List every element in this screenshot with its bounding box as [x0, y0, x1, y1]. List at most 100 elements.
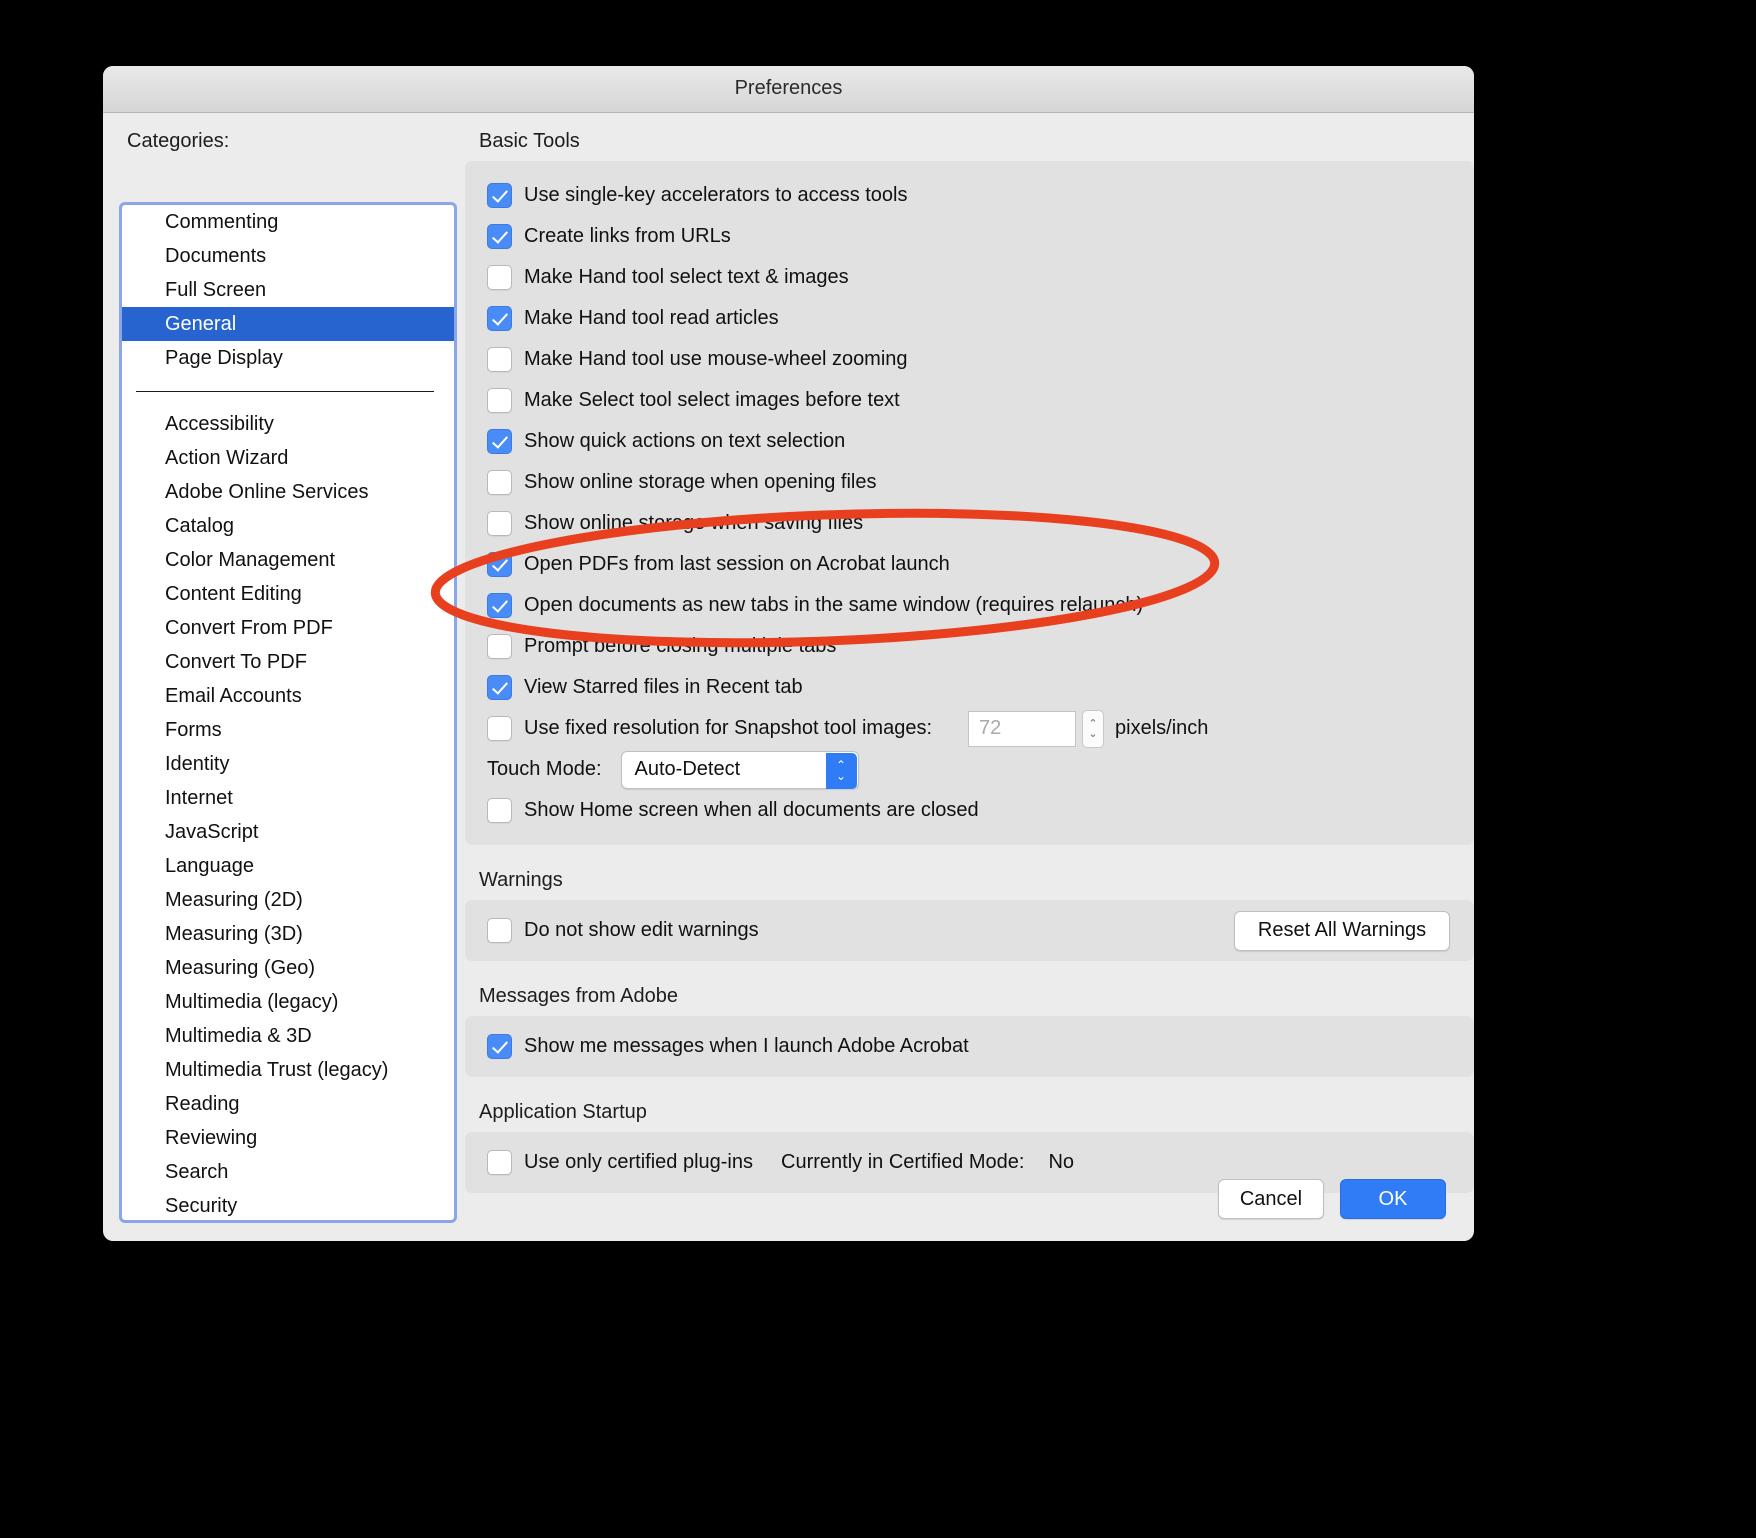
category-item-label: Measuring (3D) [165, 923, 303, 945]
category-item-content-editing[interactable]: Content Editing [122, 577, 454, 611]
category-item-multimedia-trust-legacy[interactable]: Multimedia Trust (legacy) [122, 1053, 454, 1087]
category-item-email-accounts[interactable]: Email Accounts [122, 679, 454, 713]
category-item-page-display[interactable]: Page Display [122, 341, 454, 375]
checkbox-label: Show online storage when saving files [524, 512, 864, 534]
reset-all-warnings-button[interactable]: Reset All Warnings [1234, 910, 1450, 951]
category-item-javascript[interactable]: JavaScript [122, 815, 454, 849]
category-item-color-management[interactable]: Color Management [122, 543, 454, 577]
checkbox-label: Use single-key accelerators to access to… [524, 184, 908, 206]
checkbox-show-online-storage-when-saving-files[interactable] [487, 511, 512, 536]
category-item-label: Color Management [165, 549, 336, 571]
category-item-label: Internet [165, 787, 233, 809]
checkbox-show-quick-actions-on-text-selection[interactable] [487, 429, 512, 454]
category-item-label: Page Display [165, 347, 283, 369]
adobe-messages-label: Show me messages when I launch Adobe Acr… [524, 1035, 969, 1057]
checkbox-label: Show online storage when opening files [524, 471, 877, 493]
checkbox-open-pdfs-from-last-session-on-acrobat-launch[interactable] [487, 552, 512, 577]
edit-warnings-label: Do not show edit warnings [524, 919, 759, 941]
categories-label: Categories: [127, 130, 230, 152]
category-item-label: Email Accounts [165, 685, 302, 707]
category-item-forms[interactable]: Forms [122, 713, 454, 747]
dialog-titlebar: Preferences [103, 66, 1474, 113]
category-item-label: Measuring (Geo) [165, 957, 316, 979]
category-item-documents[interactable]: Documents [122, 239, 454, 273]
checkbox-label: Open documents as new tabs in the same w… [524, 594, 1144, 616]
checkbox-make-hand-tool-use-mouse-wheel-zooming[interactable] [487, 347, 512, 372]
basic-tools-row: Make Hand tool read articles [465, 298, 1474, 339]
category-item-multimedia-3d[interactable]: Multimedia & 3D [122, 1019, 454, 1053]
category-item-security[interactable]: Security [122, 1189, 454, 1220]
category-item-label: JavaScript [165, 821, 259, 843]
category-item-full-screen[interactable]: Full Screen [122, 273, 454, 307]
category-list-secondary: Accessibility Action Wizard Adobe Online S… [122, 407, 454, 1220]
category-item-measuring-geo[interactable]: Measuring (Geo) [122, 951, 454, 985]
basic-tools-row: Prompt before closing multiple tabs [465, 626, 1474, 667]
checkbox-make-hand-tool-read-articles[interactable] [487, 306, 512, 331]
checkbox-use-single-key-accelerators-to-access-tools[interactable] [487, 183, 512, 208]
basic-tools-heading: Basic Tools [479, 130, 580, 152]
checkbox-create-links-from-urls[interactable] [487, 224, 512, 249]
checkbox-show-online-storage-when-opening-files[interactable] [487, 470, 512, 495]
category-item-convert-to-pdf[interactable]: Convert To PDF [122, 645, 454, 679]
category-item-label: Documents [165, 245, 267, 267]
basic-tools-row: Show online storage when saving files [465, 503, 1474, 544]
category-item-search[interactable]: Search [122, 1155, 454, 1189]
checkbox-open-documents-as-new-tabs-in-the-same-window-re[interactable] [487, 593, 512, 618]
basic-tools-row: Make Hand tool use mouse-wheel zooming [465, 339, 1474, 380]
cancel-button[interactable]: Cancel [1218, 1179, 1324, 1219]
touch-mode-value: Auto-Detect [634, 758, 741, 780]
startup-row: Use only certified plug-ins Currently in… [465, 1142, 1474, 1183]
checkbox-label: Make Hand tool read articles [524, 307, 779, 329]
snapshot-resolution-unit: pixels/inch [1115, 717, 1209, 739]
checkbox-label: Create links from URLs [524, 225, 731, 247]
basic-tools-row: Show quick actions on text selection [465, 421, 1474, 462]
category-item-label: Reading [165, 1093, 240, 1115]
category-item-measuring-3d[interactable]: Measuring (3D) [122, 917, 454, 951]
category-item-catalog[interactable]: Catalog [122, 509, 454, 543]
category-item-convert-from-pdf[interactable]: Convert From PDF [122, 611, 454, 645]
touch-mode-label: Touch Mode: [487, 758, 602, 780]
category-item-multimedia-legacy[interactable]: Multimedia (legacy) [122, 985, 454, 1019]
category-item-label: Forms [165, 719, 222, 741]
checkbox-view-starred-files-in-recent-tab[interactable] [487, 675, 512, 700]
category-list[interactable]: Commenting Documents Full Screen General Pag… [119, 202, 457, 1223]
touch-mode-select[interactable]: Auto-Detect ⌃ ⌄ [620, 750, 859, 789]
basic-tools-group: Use single-key accelerators to access to… [465, 161, 1474, 845]
ok-button[interactable]: OK [1340, 1179, 1446, 1219]
category-item-general[interactable]: General [122, 307, 454, 341]
certified-plugins-checkbox[interactable] [487, 1150, 512, 1175]
basic-tools-row: Make Hand tool select text & images [465, 257, 1474, 298]
category-item-label: Action Wizard [165, 447, 289, 469]
category-item-adobe-online-services[interactable]: Adobe Online Services [122, 475, 454, 509]
checkbox-make-hand-tool-select-text-images[interactable] [487, 265, 512, 290]
category-item-identity[interactable]: Identity [122, 747, 454, 781]
snapshot-resolution-input[interactable]: 72 [968, 710, 1076, 747]
dialog-body: Categories: Commenting Documents Full Scre… [103, 112, 1474, 1241]
category-item-reviewing[interactable]: Reviewing [122, 1121, 454, 1155]
startup-heading: Application Startup [479, 1101, 647, 1123]
checkbox-prompt-before-closing-multiple-tabs[interactable] [487, 634, 512, 659]
category-item-measuring-2d[interactable]: Measuring (2D) [122, 883, 454, 917]
settings-pane: Basic Tools Use single-key accelerators … [465, 112, 1474, 1241]
category-item-accessibility[interactable]: Accessibility [122, 407, 454, 441]
warnings-heading: Warnings [479, 869, 563, 891]
category-item-label: Commenting [165, 211, 279, 233]
category-item-language[interactable]: Language [122, 849, 454, 883]
checkbox-make-select-tool-select-images-before-text[interactable] [487, 388, 512, 413]
category-item-label: Multimedia (legacy) [165, 991, 339, 1013]
dialog-title: Preferences [734, 77, 843, 99]
snapshot-resolution-value: 72 [979, 717, 1002, 739]
edit-warnings-checkbox[interactable] [487, 918, 512, 943]
adobe-messages-checkbox[interactable] [487, 1034, 512, 1059]
category-item-label: Convert To PDF [165, 651, 307, 673]
category-item-internet[interactable]: Internet [122, 781, 454, 815]
category-item-commenting[interactable]: Commenting [122, 205, 454, 239]
snapshot-resolution-stepper[interactable]: ⌃ ⌄ [1082, 709, 1104, 748]
category-item-action-wizard[interactable]: Action Wizard [122, 441, 454, 475]
snapshot-resolution-checkbox[interactable] [487, 716, 512, 741]
category-item-reading[interactable]: Reading [122, 1087, 454, 1121]
home-screen-row: Show Home screen when all documents are … [465, 790, 1474, 831]
messages-row: Show me messages when I launch Adobe Acr… [465, 1026, 1474, 1067]
home-screen-checkbox[interactable] [487, 798, 512, 823]
messages-heading: Messages from Adobe [479, 985, 678, 1007]
